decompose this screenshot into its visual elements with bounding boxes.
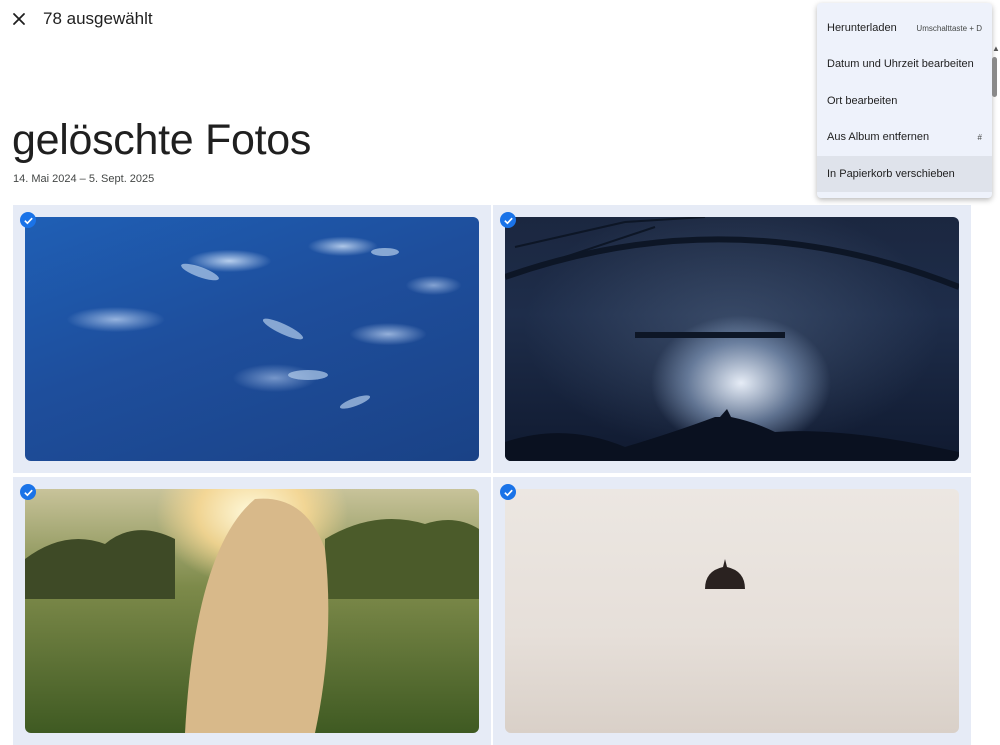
scroll-up-arrow-icon[interactable]: ▲ (992, 44, 1000, 53)
close-icon[interactable] (8, 8, 30, 30)
photo-thumbnail[interactable] (505, 489, 959, 733)
photo-thumbnail[interactable] (505, 217, 959, 461)
photo-tile[interactable] (13, 205, 491, 473)
photo-grid (13, 205, 971, 745)
selected-check-icon[interactable] (20, 212, 36, 228)
menu-item-label: Datum und Uhrzeit bearbeiten (827, 58, 974, 70)
menu-item-move-to-trash[interactable]: In Papierkorb verschieben (817, 156, 992, 192)
photo-thumbnail[interactable] (25, 217, 479, 461)
selected-check-icon[interactable] (500, 212, 516, 228)
menu-item-remove-from-album[interactable]: Aus Album entfernen # (817, 119, 992, 155)
photo-tile[interactable] (493, 205, 971, 473)
menu-item-label: Aus Album entfernen (827, 131, 930, 143)
context-menu: Herunterladen Umschalttaste + D Datum un… (817, 3, 992, 198)
menu-item-label: In Papierkorb verschieben (827, 168, 955, 180)
sunset-hair-shapes (25, 498, 479, 733)
menu-item-label: Ort bearbeiten (827, 95, 898, 107)
photo-tile[interactable] (13, 477, 491, 745)
menu-item-shortcut: # (977, 132, 982, 142)
temple-dome-shapes (705, 559, 745, 589)
menu-item-shortcut: Umschalttaste + D (916, 23, 982, 33)
selection-count: 78 ausgewählt (43, 9, 153, 28)
stage-silhouette (505, 217, 959, 461)
album-date-range: 14. Mai 2024 – 5. Sept. 2025 (13, 173, 155, 185)
scrollbar[interactable] (991, 40, 1000, 586)
selected-check-icon[interactable] (20, 484, 36, 500)
menu-item-edit-date-time[interactable]: Datum und Uhrzeit bearbeiten (817, 46, 992, 82)
photo-tile[interactable] (493, 477, 971, 745)
album-title: gelöschte Fotos (12, 116, 312, 164)
fish-shapes (181, 248, 399, 409)
menu-item-label: Herunterladen (827, 22, 897, 34)
selected-check-icon[interactable] (500, 484, 516, 500)
scrollbar-thumb[interactable] (992, 57, 997, 97)
menu-item-edit-location[interactable]: Ort bearbeiten (817, 83, 992, 119)
menu-item-download[interactable]: Herunterladen Umschalttaste + D (817, 10, 992, 46)
photo-thumbnail[interactable] (25, 489, 479, 733)
